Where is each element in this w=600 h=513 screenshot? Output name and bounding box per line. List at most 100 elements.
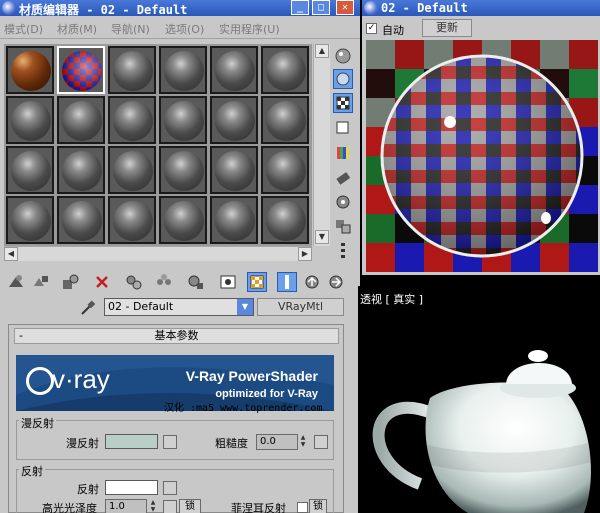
sample-slot[interactable] (57, 196, 105, 244)
auto-update-checkbox[interactable]: ✓ (366, 23, 377, 34)
rollout-header[interactable]: - 基本参数 (14, 328, 339, 344)
sample-slot[interactable] (261, 196, 309, 244)
chevron-down-icon[interactable]: ▼ (237, 299, 253, 315)
put-to-library-icon[interactable] (186, 272, 206, 292)
material-name-dropdown[interactable]: 02 - Default ▼ (104, 298, 254, 316)
sample-slot[interactable] (261, 46, 309, 94)
glossiness-lock-button[interactable]: 锁 (179, 499, 201, 513)
sample-slot[interactable] (6, 96, 54, 144)
menu-navigation[interactable]: 导航(N) (111, 21, 150, 37)
menu-bar: 模式(D) 材质(M) 导航(N) 选项(O) 实用程序(U) (0, 16, 360, 39)
sample-slot[interactable] (6, 46, 54, 94)
menu-utilities[interactable]: 实用程序(U) (219, 21, 280, 37)
sample-slot[interactable] (261, 146, 309, 194)
get-material-icon[interactable] (6, 272, 26, 292)
background-checker-icon[interactable] (333, 93, 353, 113)
material-editor-titlebar[interactable]: 材质编辑器 - 02 - Default _ □ ✕ (0, 0, 360, 17)
slots-horizontal-scrollbar[interactable]: ◀ ▶ (4, 246, 312, 261)
sample-slot[interactable] (108, 146, 156, 194)
sample-slot[interactable] (57, 146, 105, 194)
show-end-result-icon[interactable] (277, 272, 297, 292)
material-sphere (62, 151, 102, 191)
preview-app-icon (364, 1, 378, 15)
sample-slot[interactable] (210, 196, 258, 244)
glossiness-map-button[interactable] (163, 500, 177, 513)
sample-slot[interactable] (6, 146, 54, 194)
minimize-button[interactable]: _ (291, 0, 309, 15)
collapse-icon[interactable]: - (19, 329, 23, 343)
close-button[interactable]: ✕ (336, 0, 354, 15)
pick-material-eyedropper-icon[interactable] (78, 298, 98, 318)
diffuse-color-swatch[interactable] (105, 434, 158, 449)
material-sphere (113, 101, 153, 141)
diffuse-map-button[interactable] (163, 435, 177, 449)
menu-mode[interactable]: 模式(D) (4, 21, 43, 37)
menu-options[interactable]: 选项(O) (165, 21, 204, 37)
sample-slot[interactable] (159, 146, 207, 194)
update-button[interactable]: 更新 (422, 19, 472, 37)
go-to-parent-icon[interactable] (302, 272, 322, 292)
sample-slot-selected[interactable] (57, 46, 105, 94)
scroll-down-arrow-icon[interactable]: ▼ (315, 230, 329, 244)
scroll-left-arrow-icon[interactable]: ◀ (4, 247, 18, 261)
sample-slot[interactable] (210, 96, 258, 144)
slots-vertical-scrollbar[interactable]: ▲ ▼ (313, 44, 330, 246)
material-type-button[interactable]: VRayMtl (257, 298, 344, 316)
vray-powershader-title: V-Ray PowerShader (185, 368, 318, 384)
sample-slot[interactable] (159, 46, 207, 94)
material-sphere (11, 101, 51, 141)
sample-slot[interactable] (108, 96, 156, 144)
show-map-in-viewport-icon[interactable] (247, 272, 267, 292)
material-editor-app-icon (2, 1, 16, 15)
sample-slot[interactable] (108, 196, 156, 244)
sample-slot[interactable] (57, 96, 105, 144)
reflect-group-title: 反射 (19, 463, 45, 479)
scroll-up-arrow-icon[interactable]: ▲ (315, 44, 329, 58)
material-sphere (266, 51, 306, 91)
material-sphere (113, 201, 153, 241)
material-map-navigator-icon[interactable] (333, 240, 353, 260)
material-sphere (11, 151, 51, 191)
roughness-map-button[interactable] (314, 435, 328, 449)
menu-material[interactable]: 材质(M) (57, 21, 97, 37)
put-material-to-scene-icon[interactable] (30, 272, 50, 292)
rollout-title: 基本参数 (154, 329, 199, 342)
wood-material-sphere (11, 51, 51, 91)
fresnel-lock-button[interactable]: 锁 (309, 499, 327, 513)
diffuse-label: 漫反射 (66, 437, 99, 450)
sample-slot[interactable] (108, 46, 156, 94)
backlight-icon[interactable] (333, 69, 353, 89)
perspective-viewport[interactable]: 透视 [ 真实 ] (358, 286, 600, 513)
sample-uv-tiling-icon[interactable] (333, 118, 353, 138)
roughness-spinner-arrows-icon[interactable]: ▲ ▼ (298, 434, 308, 450)
fresnel-checkbox[interactable] (297, 502, 308, 513)
checker-sphere-render (366, 40, 598, 272)
video-color-check-icon[interactable] (333, 143, 353, 163)
sample-slot[interactable] (159, 196, 207, 244)
go-forward-to-sibling-icon[interactable] (326, 272, 346, 292)
options-icon[interactable] (333, 192, 353, 212)
assign-material-icon[interactable] (60, 272, 80, 292)
sample-slot[interactable] (261, 96, 309, 144)
make-unique-icon[interactable] (154, 272, 174, 292)
sample-slot[interactable] (6, 196, 54, 244)
make-preview-icon[interactable] (333, 168, 353, 188)
highlight-glossiness-spinner-field[interactable]: 1.0 (105, 499, 147, 513)
scroll-right-arrow-icon[interactable]: ▶ (298, 247, 312, 261)
roughness-spinner-field[interactable]: 0.0 (256, 434, 298, 450)
reset-map-icon[interactable] (92, 272, 112, 292)
material-sphere (62, 201, 102, 241)
sample-slot[interactable] (159, 96, 207, 144)
sample-slot[interactable] (210, 146, 258, 194)
select-by-material-icon[interactable] (333, 216, 353, 236)
reflect-map-button[interactable] (163, 481, 177, 495)
material-preview-render (366, 40, 598, 272)
reflect-color-swatch[interactable] (105, 480, 158, 495)
glossiness-spinner-arrows-icon[interactable]: ▲ ▼ (148, 499, 158, 513)
sample-type-icon[interactable] (333, 46, 353, 66)
copy-material-icon[interactable] (124, 272, 144, 292)
preview-titlebar[interactable]: 02 - Default (362, 0, 600, 16)
material-id-channel-icon[interactable] (218, 272, 238, 292)
sample-slot[interactable] (210, 46, 258, 94)
maximize-button[interactable]: □ (312, 0, 330, 15)
